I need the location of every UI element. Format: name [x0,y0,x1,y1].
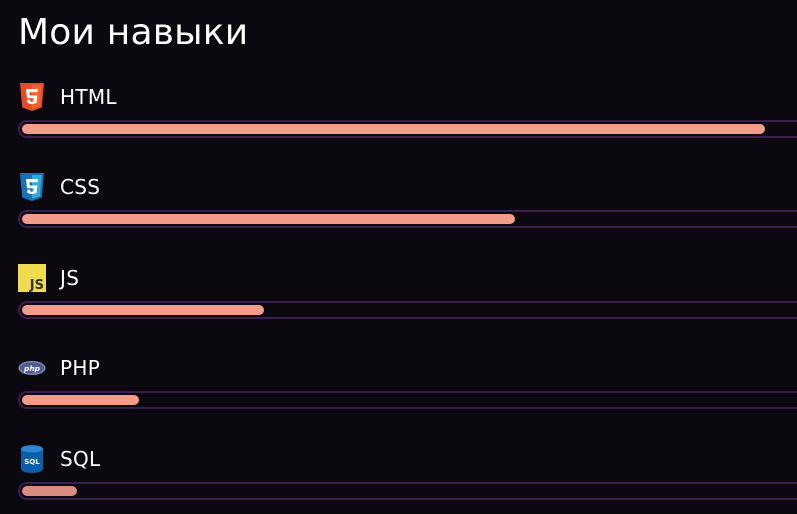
skill-progress-track [18,120,797,138]
skill-progress-fill [22,395,139,405]
svg-text:SQL: SQL [24,458,40,466]
html5-icon [18,83,46,111]
php-icon: php [18,354,46,382]
skill-progress-fill [22,486,77,496]
skill-progress-fill [22,214,515,224]
skill-sql: SQL SQL [0,444,797,514]
skill-label: SQL [60,447,101,471]
skill-progress-track [18,482,797,500]
skill-progress-track [18,210,797,228]
skill-label: CSS [60,175,101,199]
skill-css: CSS [0,172,797,242]
svg-text:JS: JS [29,278,44,292]
skill-php: php PHP [0,353,797,423]
skill-progress-track [18,301,797,319]
skill-progress-fill [22,124,765,134]
skill-progress-fill [22,305,264,315]
skill-header: php PHP [18,353,100,383]
skill-html: HTML [0,82,797,152]
skill-header: SQL SQL [18,444,100,474]
skill-header: CSS [18,172,100,202]
skill-label: JS [60,266,80,290]
skill-js: JS JS [0,263,797,333]
skill-header: JS JS [18,263,79,293]
svg-text:php: php [23,364,41,373]
skill-header: HTML [18,82,117,112]
css3-icon [18,173,46,201]
js-icon: JS [18,264,46,292]
page-title: Мои навыки [18,12,249,53]
skill-progress-track [18,391,797,409]
skill-label: PHP [60,356,101,380]
skill-label: HTML [60,85,117,109]
sql-database-icon: SQL [18,445,46,473]
